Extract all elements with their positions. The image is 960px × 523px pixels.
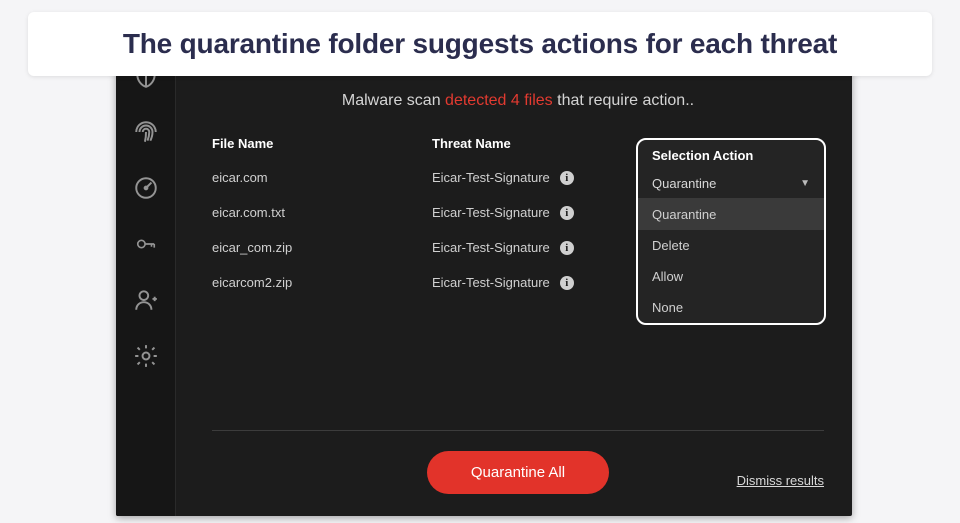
dropdown-option-quarantine[interactable]: Quarantine [638, 199, 824, 230]
cell-file-name: eicar.com [212, 170, 432, 185]
add-user-icon[interactable] [132, 286, 160, 314]
footer-area: Quarantine All Dismiss results [212, 420, 824, 516]
dismiss-results-link[interactable]: Dismiss results [737, 473, 824, 488]
info-icon[interactable]: i [560, 241, 574, 255]
app-window: Malware scan detected 4 files that requi… [116, 46, 852, 516]
gear-icon[interactable] [132, 342, 160, 370]
cell-file-name: eicar.com.txt [212, 205, 432, 220]
info-icon[interactable]: i [560, 171, 574, 185]
chevron-down-icon: ▼ [800, 178, 810, 189]
key-icon[interactable] [132, 230, 160, 258]
dropdown-option-allow[interactable]: Allow [638, 261, 824, 292]
quarantine-all-button[interactable]: Quarantine All [427, 451, 609, 494]
gauge-icon[interactable] [132, 174, 160, 202]
dropdown-selected-label: Quarantine [652, 176, 716, 191]
main-panel: Malware scan detected 4 files that requi… [176, 46, 852, 516]
caption-card: The quarantine folder suggests actions f… [28, 12, 932, 76]
cell-file-name: eicar_com.zip [212, 240, 432, 255]
sidebar [116, 46, 176, 516]
fingerprint-icon[interactable] [132, 118, 160, 146]
scan-header-detected: detected 4 files [445, 92, 553, 109]
dropdown-option-none[interactable]: None [638, 292, 824, 323]
info-icon[interactable]: i [560, 206, 574, 220]
cell-threat-name: Eicar-Test-Signature [432, 275, 550, 290]
dropdown-selected[interactable]: Quarantine ▼ [638, 169, 824, 199]
dropdown-header: Selection Action [638, 140, 824, 169]
scan-header-prefix: Malware scan [342, 92, 445, 109]
action-dropdown-open[interactable]: Selection Action Quarantine ▼ Quarantine… [636, 138, 826, 325]
caption-title: The quarantine folder suggests actions f… [54, 28, 906, 60]
footer-row: Quarantine All Dismiss results [212, 451, 824, 516]
scan-header-suffix: that require action.. [553, 92, 694, 109]
divider [212, 430, 824, 431]
info-icon[interactable]: i [560, 276, 574, 290]
column-header-file: File Name [212, 136, 432, 151]
cell-threat-name: Eicar-Test-Signature [432, 205, 550, 220]
cell-file-name: eicarcom2.zip [212, 275, 432, 290]
dropdown-option-delete[interactable]: Delete [638, 230, 824, 261]
cell-threat-name: Eicar-Test-Signature [432, 240, 550, 255]
cell-threat-name: Eicar-Test-Signature [432, 170, 550, 185]
column-header-threat: Threat Name [432, 136, 652, 151]
